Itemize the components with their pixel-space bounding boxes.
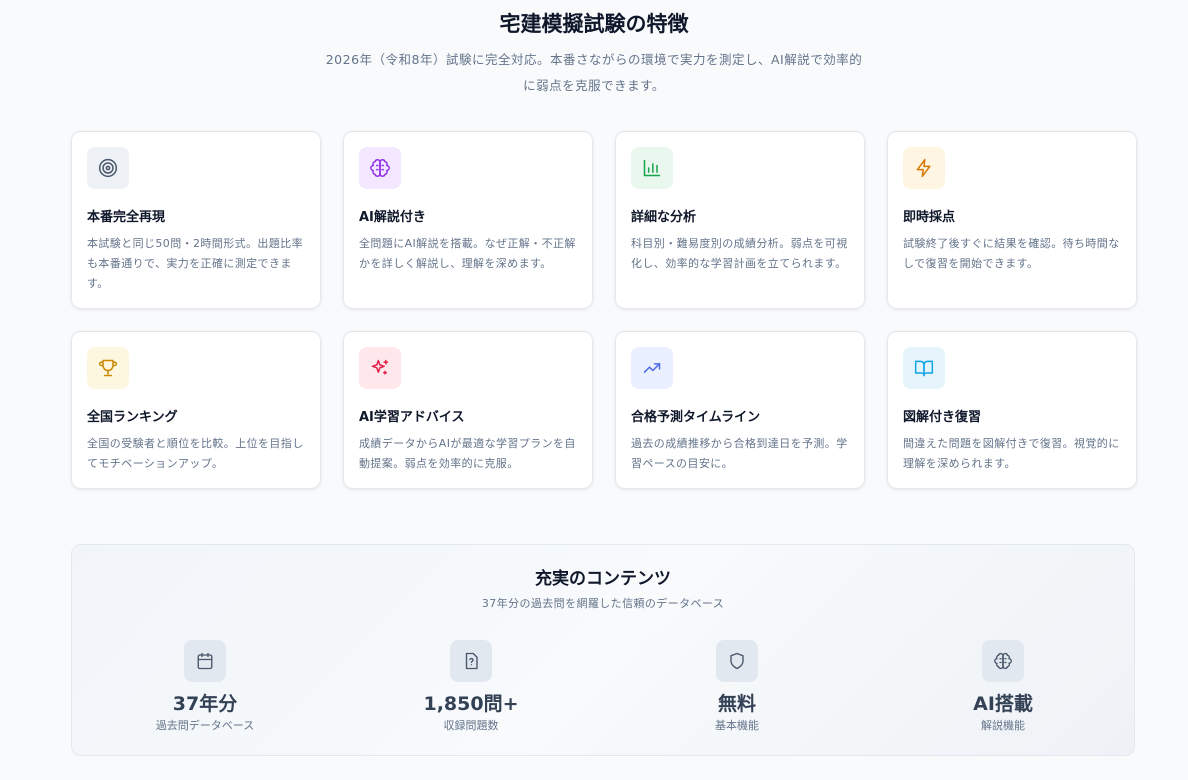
brain-icon (359, 147, 401, 189)
feature-description: 本試験と同じ50問・2時間形式。出題比率も本番通りで、実力を正確に測定できます。 (87, 237, 303, 290)
trophy-icon (87, 347, 129, 389)
brain-icon (982, 640, 1024, 682)
stat-item: AI搭載解説機能 (870, 640, 1136, 733)
zap-icon (903, 147, 945, 189)
sparkles-icon (359, 347, 401, 389)
stat-value: 1,850問+ (423, 693, 519, 715)
feature-title: 図解付き復習 (903, 410, 982, 425)
stat-label: 収録問題数 (443, 719, 499, 732)
calendar-icon (184, 640, 226, 682)
feature-description: 試験終了後すぐに結果を確認。待ち時間なしで復習を開始できます。 (903, 237, 1120, 270)
stat-value: 37年分 (172, 693, 238, 715)
feature-card: 図解付き復習間違えた問題を図解付きで復習。視覚的に理解を深められます。 (887, 331, 1137, 489)
feature-description: 成績データからAIが最適な学習プランを自動提案。弱点を効率的に克服。 (359, 437, 576, 470)
page-title: 宅建模擬試験の特徴 (499, 12, 689, 36)
feature-card: 全国ランキング全国の受験者と順位を比較。上位を目指してモチベーションアップ。 (71, 331, 321, 489)
feature-description: 全問題にAI解説を搭載。なぜ正解・不正解かを詳しく解説し、理解を深めます。 (359, 237, 576, 270)
page-subtitle: 2026年（令和8年）試験に完全対応。本番さながらの環境で実力を測定し、AI解説… (325, 52, 863, 93)
bar-chart-icon (631, 147, 673, 189)
feature-title: 詳細な分析 (631, 210, 697, 225)
book-open-icon (903, 347, 945, 389)
feature-description: 過去の成績推移から合格到達日を予測。学習ペースの目安に。 (631, 437, 848, 470)
feature-card: 詳細な分析科目別・難易度別の成績分析。弱点を可視化し、効率的な学習計画を立てられ… (615, 131, 865, 309)
stat-value: AI搭載 (973, 693, 1033, 715)
contents-panel: 充実のコンテンツ 37年分の過去問を網羅した信頼のデータベース 37年分過去問デ… (71, 544, 1135, 756)
contents-title: 充実のコンテンツ (535, 569, 671, 589)
feature-description: 科目別・難易度別の成績分析。弱点を可視化し、効率的な学習計画を立てられます。 (631, 237, 848, 270)
feature-title: 本番完全再現 (87, 210, 166, 225)
stat-label: 基本機能 (715, 719, 759, 732)
contents-subtitle: 37年分の過去問を網羅した信頼のデータベース (481, 597, 725, 610)
feature-card: AI学習アドバイス成績データからAIが最適な学習プランを自動提案。弱点を効率的に… (343, 331, 593, 489)
stat-item: 1,850問+ 収録問題数 (338, 640, 604, 733)
feature-card: 本番完全再現本試験と同じ50問・2時間形式。出題比率も本番通りで、実力を正確に測… (71, 131, 321, 309)
stat-item: 無料 基本機能 (604, 640, 870, 733)
feature-description: 全国の受験者と順位を比較。上位を目指してモチベーションアップ。 (87, 437, 304, 470)
feature-title: 即時採点 (903, 210, 956, 225)
feature-card: 即時採点試験終了後すぐに結果を確認。待ち時間なしで復習を開始できます。 (887, 131, 1137, 309)
stat-label: 過去問データベース (155, 719, 255, 732)
stat-value: 無料 (717, 693, 756, 715)
feature-description: 間違えた問題を図解付きで復習。視覚的に理解を深められます。 (903, 437, 1120, 470)
stats-row: 37年分 過去問データベース 1,850問+ 収録問題数 無料 基本機能 AI搭載 解説機能 (72, 640, 1136, 733)
feature-title: 合格予測タイムライン (631, 410, 761, 425)
feature-grid: 本番完全再現本試験と同じ50問・2時間形式。出題比率も本番通りで、実力を正確に測… (71, 131, 1137, 489)
feature-title: 全国ランキング (87, 410, 178, 425)
stat-label: 解説機能 (981, 719, 1025, 732)
trending-up-icon (631, 347, 673, 389)
feature-title: AI解説付き (359, 210, 426, 225)
feature-card: 合格予測タイムライン過去の成績推移から合格到達日を予測。学習ペースの目安に。 (615, 331, 865, 489)
shield-icon (716, 640, 758, 682)
question-file-icon (450, 640, 492, 682)
target-icon (87, 147, 129, 189)
feature-title: AI学習アドバイス (359, 410, 465, 425)
stat-item: 37年分過去問データベース (72, 640, 338, 733)
feature-card: AI解説付き全問題にAI解説を搭載。なぜ正解・不正解かを詳しく解説し、理解を深め… (343, 131, 593, 309)
